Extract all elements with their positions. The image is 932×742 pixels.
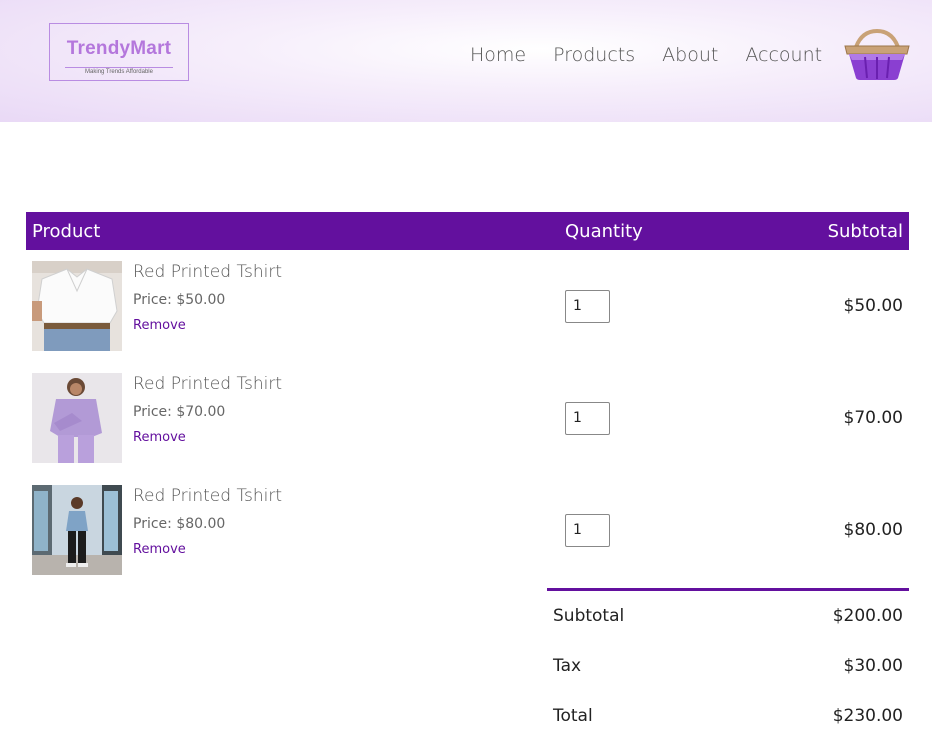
brand-logo[interactable]: TrendyMart Making Trends Affordable: [49, 23, 189, 81]
brand-name: TrendyMart: [66, 38, 172, 59]
totals-total-row: Total $230.00: [547, 691, 909, 741]
remove-link[interactable]: Remove: [133, 542, 282, 557]
nav-home[interactable]: Home: [470, 44, 526, 66]
tax-value: $30.00: [843, 656, 903, 676]
nav-account[interactable]: Account: [745, 44, 822, 66]
subtotal-label: Subtotal: [553, 606, 625, 626]
table-row: Red Printed Tshirt Price: $70.00 Remove …: [26, 362, 909, 474]
product-image: [32, 373, 122, 463]
nav-about[interactable]: About: [662, 44, 718, 66]
product-image: [32, 485, 122, 575]
main-nav: Home Products About Account: [470, 44, 822, 66]
quantity-input[interactable]: [565, 401, 610, 435]
product-price: Price: $70.00: [133, 404, 226, 420]
product-price: Price: $50.00: [133, 292, 226, 308]
product-info: Red Printed Tshirt Price: $50.00 Remove: [133, 261, 282, 333]
shopping-basket-icon: [844, 28, 910, 80]
product-name: Red Printed Tshirt: [133, 486, 283, 506]
header-product: Product: [26, 212, 559, 250]
totals-subtotal-row: Subtotal $200.00: [547, 591, 909, 641]
cart-button[interactable]: [842, 27, 912, 83]
product-cell: Red Printed Tshirt Price: $80.00 Remove: [32, 485, 553, 575]
table-row: Red Printed Tshirt Price: $80.00 Remove …: [26, 474, 909, 586]
product-image: [32, 261, 122, 351]
cart-table: Product Quantity Subtotal Red Printed Ts…: [26, 212, 909, 586]
remove-link[interactable]: Remove: [133, 430, 282, 445]
totals-tax-row: Tax $30.00: [547, 641, 909, 691]
brand-tagline: Making Trends Affordable: [65, 67, 173, 75]
tax-label: Tax: [553, 656, 582, 676]
row-subtotal: $80.00: [843, 520, 903, 540]
remove-link[interactable]: Remove: [133, 318, 282, 333]
nav-products[interactable]: Products: [553, 44, 635, 66]
header-quantity: Quantity: [559, 212, 739, 250]
product-info: Red Printed Tshirt Price: $70.00 Remove: [133, 373, 282, 445]
product-cell: Red Printed Tshirt Price: $70.00 Remove: [32, 373, 553, 463]
product-cell: Red Printed Tshirt Price: $50.00 Remove: [32, 261, 553, 351]
quantity-input[interactable]: [565, 513, 610, 547]
row-subtotal: $50.00: [843, 296, 903, 316]
product-name: Red Printed Tshirt: [133, 374, 283, 394]
product-price: Price: $80.00: [133, 516, 226, 532]
table-header-row: Product Quantity Subtotal: [26, 212, 909, 250]
table-row: Red Printed Tshirt Price: $50.00 Remove …: [26, 250, 909, 362]
site-header: TrendyMart Making Trends Affordable Home…: [0, 0, 932, 122]
header-subtotal: Subtotal: [739, 212, 909, 250]
product-info: Red Printed Tshirt Price: $80.00 Remove: [133, 485, 282, 557]
row-subtotal: $70.00: [843, 408, 903, 428]
product-name: Red Printed Tshirt: [133, 262, 283, 282]
quantity-input[interactable]: [565, 289, 610, 323]
subtotal-value: $200.00: [832, 606, 903, 626]
total-label: Total: [553, 706, 593, 726]
order-totals: Subtotal $200.00 Tax $30.00 Total $230.0…: [547, 588, 909, 741]
total-value: $230.00: [832, 706, 903, 726]
